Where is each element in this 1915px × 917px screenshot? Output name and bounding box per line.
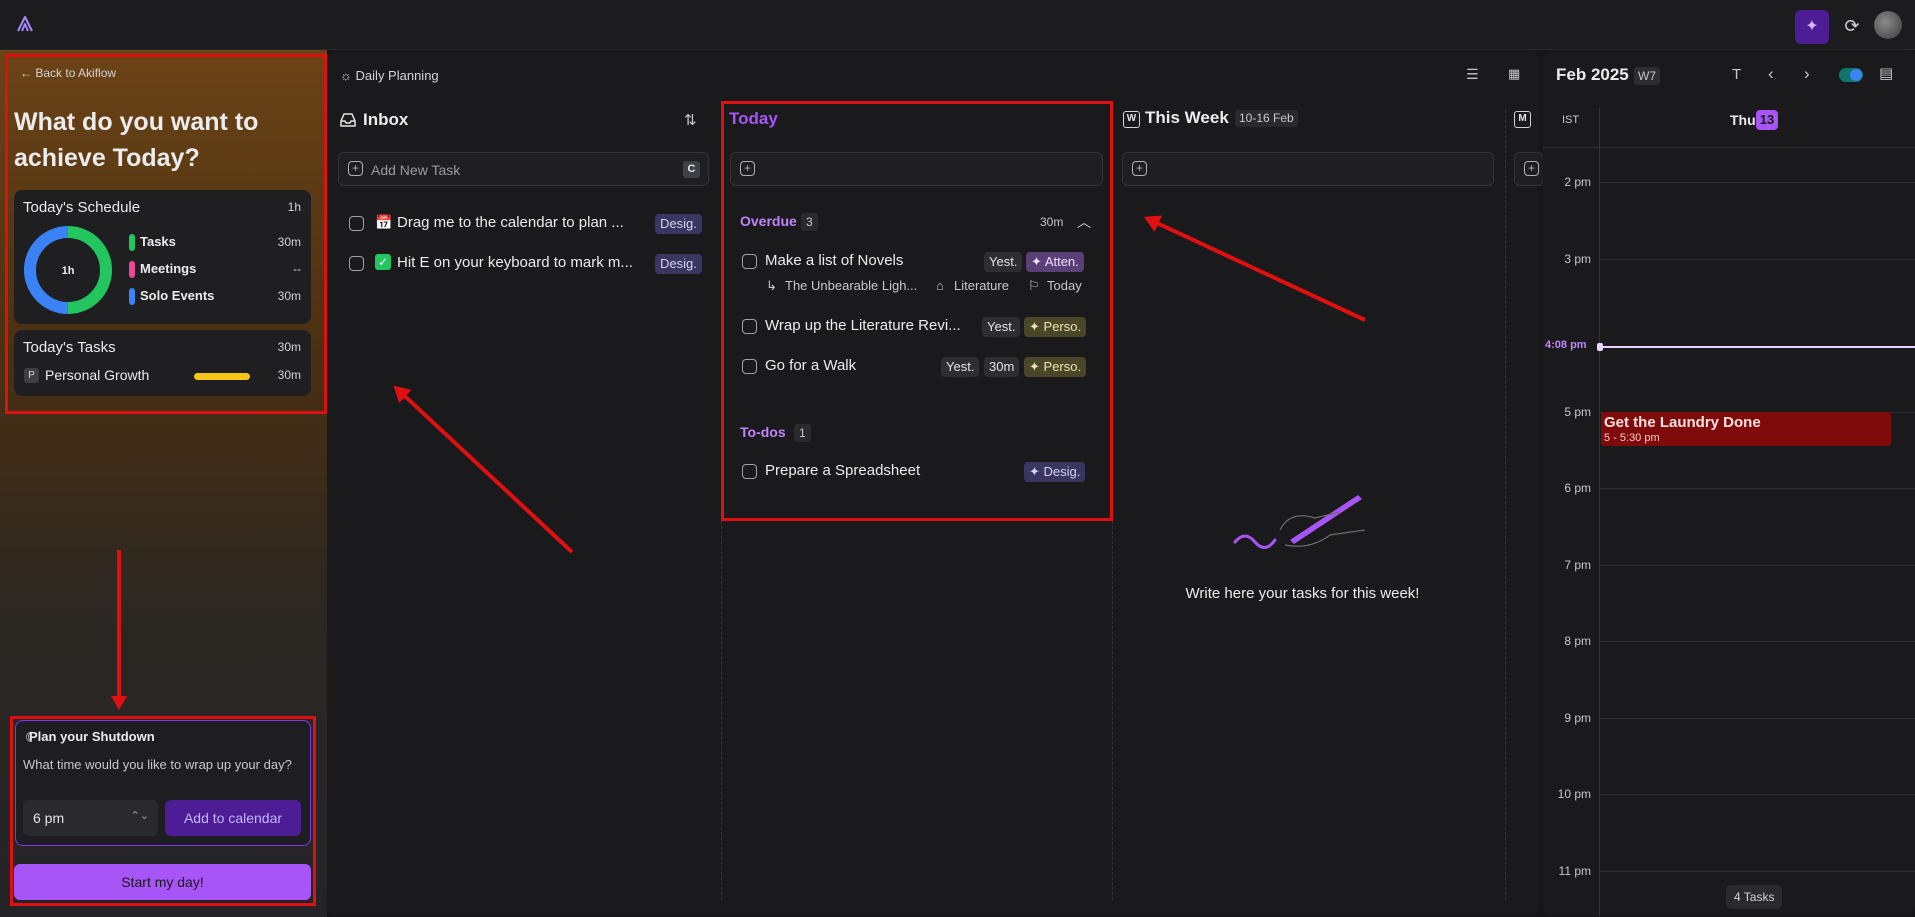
calendar-hour-line (1599, 718, 1915, 719)
inbox-add-task-input[interactable]: + Add New Task C (338, 152, 709, 186)
plus-icon: + (1132, 161, 1147, 176)
inbox-task[interactable]: 📅 Drag me to the calendar to plan ... De… (349, 213, 709, 235)
sync-icon[interactable]: ⟳ (1840, 14, 1864, 38)
filter-settings-icon[interactable]: ☰ (1466, 66, 1479, 83)
highlight-box-shutdown (10, 716, 316, 906)
task-tag[interactable]: Desig. (655, 214, 702, 234)
calendar-hour-line (1599, 641, 1915, 642)
column-divider (1505, 110, 1506, 900)
this-week-title: This Week (1145, 108, 1229, 127)
inbox-title: Inbox (363, 110, 409, 129)
inbox-task[interactable]: ✓ Hit E on your keyboard to mark m... De… (349, 253, 709, 275)
calendar-hour-label: 3 pm (1564, 252, 1591, 266)
today-button[interactable]: T (1732, 66, 1741, 83)
calendar-hour-label: 2 pm (1564, 175, 1591, 189)
add-task-placeholder: Add New Task (371, 162, 461, 178)
calendar-hour-label: 8 pm (1564, 634, 1591, 648)
current-time-label: 4:08 pm (1545, 339, 1587, 351)
calendar-week-number: W7 (1634, 67, 1660, 85)
sort-icon[interactable]: ⇅ (684, 111, 697, 129)
next-add-task-input[interactable]: + (1514, 152, 1544, 186)
week-range: 10-16 Feb (1235, 110, 1298, 127)
calendar-hour-line (1599, 488, 1915, 489)
event-title: Get the Laundry Done (1604, 414, 1761, 431)
calendar-hour-label: 10 pm (1557, 787, 1591, 801)
daily-planning-title: ☼ Daily Planning (340, 68, 439, 83)
calendar-event[interactable]: Get the Laundry Done 5 - 5:30 pm (1601, 412, 1891, 446)
week-empty-text: Write here your tasks for this week! (1185, 585, 1420, 602)
task-checkbox[interactable] (349, 216, 364, 231)
highlight-box-today (721, 101, 1113, 521)
top-bar: ✦ ⟳ (0, 0, 1915, 50)
calendar-hour-line (1599, 565, 1915, 566)
current-time-line (1599, 346, 1915, 348)
check-emoji-icon: ✓ (375, 254, 391, 270)
next-column-icon: M (1514, 111, 1531, 128)
timezone-label: IST (1562, 114, 1580, 126)
calendar-view-icon[interactable]: ▦ (1508, 66, 1520, 82)
calendar-hour-line (1599, 871, 1915, 872)
calendar-toggle[interactable] (1839, 68, 1863, 82)
akiflow-logo-icon[interactable] (14, 14, 36, 36)
sun-icon: ☼ (340, 68, 352, 83)
calendar-hour-label: 11 pm (1558, 864, 1591, 878)
annotation-arrow (111, 550, 127, 710)
chevron-left-icon[interactable]: ‹ (1768, 64, 1774, 84)
current-time-marker (1597, 343, 1603, 351)
chevron-right-icon[interactable]: › (1804, 64, 1810, 84)
writing-hand-illustration (1233, 495, 1366, 549)
task-title: Drag me to the calendar to plan ... (397, 214, 624, 231)
toggle-knob (1850, 69, 1862, 81)
calendar-hour-label: 5 pm (1564, 405, 1591, 419)
calendar-hour-label: 9 pm (1564, 711, 1591, 725)
shortcut-key: C (683, 161, 700, 178)
inbox-icon (339, 112, 357, 131)
task-tag[interactable]: Desig. (655, 254, 702, 274)
calendar-hour-line (1599, 794, 1915, 795)
calendar-settings-icon[interactable]: ▤ (1879, 64, 1893, 82)
sparkle-icon[interactable]: ✦ (1795, 10, 1829, 44)
week-icon: W (1123, 111, 1140, 128)
calendar-hour-line (1599, 182, 1915, 183)
calendar-emoji-icon: 📅 (375, 214, 393, 230)
highlight-box-planning (5, 54, 327, 414)
tasks-count-pill[interactable]: 4 Tasks (1726, 885, 1783, 909)
calendar-month: Feb 2025 (1556, 65, 1629, 84)
calendar-hour-label: 6 pm (1564, 481, 1591, 495)
avatar[interactable] (1874, 11, 1902, 39)
plus-icon: + (348, 161, 363, 176)
task-checkbox[interactable] (349, 256, 364, 271)
event-time: 5 - 5:30 pm (1604, 432, 1660, 444)
calendar-hour-line (1599, 259, 1915, 260)
calendar-hour-label: 7 pm (1564, 558, 1591, 572)
task-title: Hit E on your keyboard to mark m... (397, 254, 633, 271)
day-number-badge[interactable]: 13 (1756, 110, 1778, 130)
week-add-task-input[interactable]: + (1122, 152, 1494, 186)
day-label: Thu (1730, 112, 1756, 128)
plus-icon: + (1524, 161, 1539, 176)
